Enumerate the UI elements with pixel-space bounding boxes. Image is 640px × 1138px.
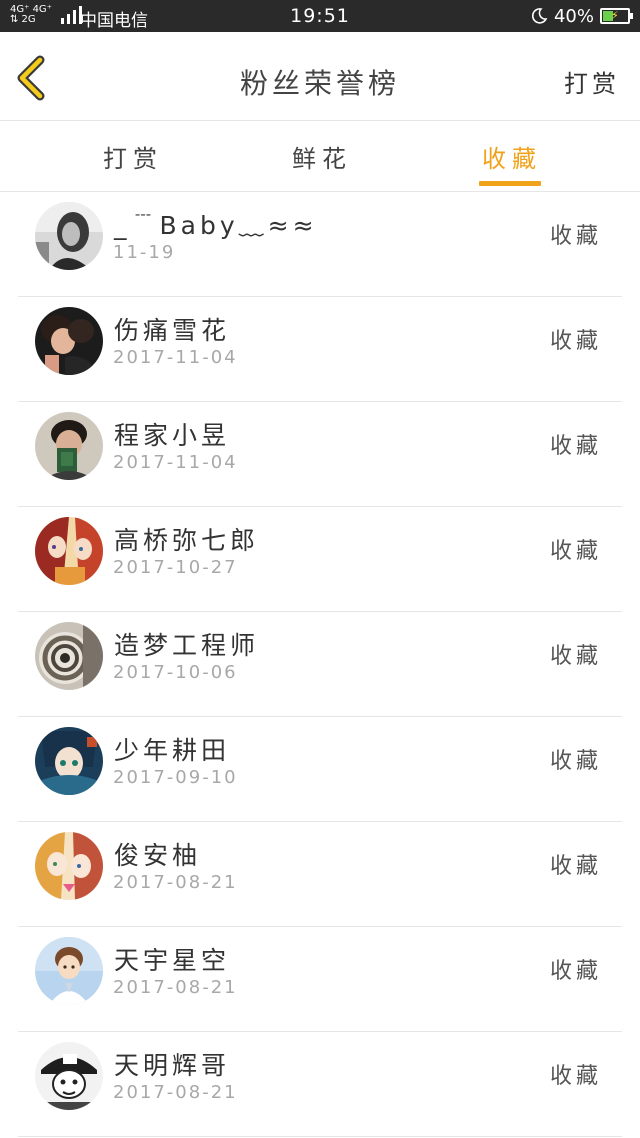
list-item[interactable]: 天明辉哥 2017-08-21 收藏 [18, 1032, 622, 1137]
avatar[interactable] [35, 517, 103, 585]
favorite-date: 11-19 [113, 242, 176, 263]
list-item[interactable]: 高桥弥七郎 2017-10-27 收藏 [18, 507, 622, 612]
list-item[interactable]: _﹉Baby﹏≈≈ 11-19 收藏 [18, 192, 622, 297]
list-item[interactable]: 天宇星空 2017-08-21 收藏 [18, 927, 622, 1032]
favorite-date: 2017-08-21 [113, 1082, 238, 1103]
header: 粉丝荣誉榜 打赏 [0, 32, 640, 121]
moon-icon [531, 8, 548, 24]
favorite-label[interactable]: 收藏 [550, 218, 602, 250]
status-right: 40% ⚡ [530, 5, 633, 27]
list-item[interactable]: 少年耕田 2017-09-10 收藏 [18, 717, 622, 822]
favorite-date: 2017-11-04 [113, 452, 238, 473]
tab-reward[interactable]: 打赏 [103, 139, 163, 174]
favorite-date: 2017-08-21 [113, 872, 238, 893]
active-tab-indicator [479, 181, 541, 186]
user-name: 俊安柚 [114, 841, 202, 870]
avatar[interactable] [35, 937, 103, 1005]
avatar[interactable] [35, 412, 103, 480]
avatar[interactable] [35, 202, 103, 270]
favorite-label[interactable]: 收藏 [550, 743, 602, 775]
favorite-label[interactable]: 收藏 [550, 848, 602, 880]
favorite-label[interactable]: 收藏 [550, 323, 602, 355]
avatar[interactable] [35, 727, 103, 795]
battery-percent: 40% [553, 5, 594, 27]
favorite-date: 2017-08-21 [113, 977, 238, 998]
battery-icon: ⚡ [600, 8, 633, 24]
favorite-date: 2017-10-27 [113, 557, 238, 578]
avatar[interactable] [35, 307, 103, 375]
user-name: 天宇星空 [114, 946, 231, 975]
charging-icon: ⚡ [611, 9, 619, 22]
favorite-label[interactable]: 收藏 [550, 1058, 602, 1090]
user-name: 程家小昱 [114, 421, 231, 450]
tab-favorites[interactable]: 收藏 [482, 139, 542, 174]
reward-button[interactable]: 打赏 [564, 64, 620, 99]
favorite-label[interactable]: 收藏 [550, 953, 602, 985]
status-bar: 4G⁺ 4G⁺ ⇅ 2G 中国电信 19:51 40% ⚡ [0, 0, 640, 32]
user-name: 高桥弥七郎 [114, 526, 260, 555]
favorite-label[interactable]: 收藏 [550, 533, 602, 565]
avatar[interactable] [35, 622, 103, 690]
favorite-date: 2017-10-06 [113, 662, 238, 683]
avatar[interactable] [35, 832, 103, 900]
list-item[interactable]: 造梦工程师 2017-10-06 收藏 [18, 612, 622, 717]
user-name: 少年耕田 [114, 736, 231, 765]
favorite-date: 2017-11-04 [113, 347, 238, 368]
list-item[interactable]: 程家小昱 2017-11-04 收藏 [18, 402, 622, 507]
list-item[interactable]: 俊安柚 2017-08-21 收藏 [18, 822, 622, 927]
favorite-label[interactable]: 收藏 [550, 428, 602, 460]
avatar[interactable] [35, 1042, 103, 1110]
page-title: 粉丝荣誉榜 [239, 67, 400, 100]
list-item[interactable]: 伤痛雪花 2017-11-04 收藏 [18, 297, 622, 402]
user-name: 天明辉哥 [114, 1051, 231, 1080]
user-name: 造梦工程师 [114, 631, 260, 660]
tab-flowers[interactable]: 鲜花 [292, 139, 352, 174]
favorite-date: 2017-09-10 [113, 767, 238, 788]
user-name: _﹉Baby﹏≈≈ [114, 211, 318, 240]
tab-bar: 打赏 鲜花 收藏 [0, 121, 640, 192]
user-name: 伤痛雪花 [114, 316, 231, 345]
favorite-label[interactable]: 收藏 [550, 638, 602, 670]
